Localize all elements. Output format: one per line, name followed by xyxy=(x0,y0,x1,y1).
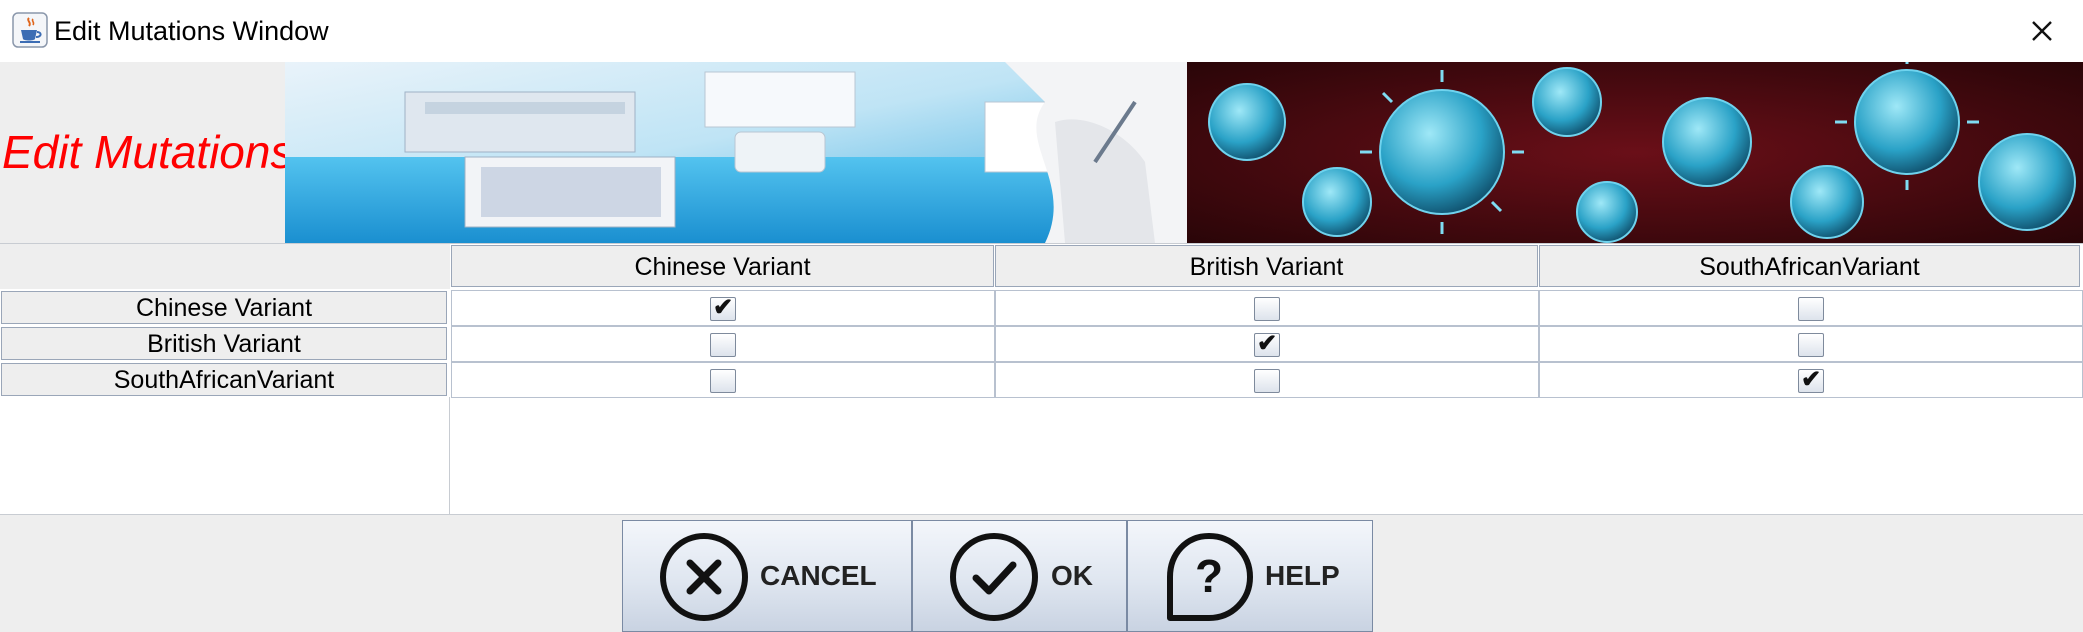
row-header-empty-area xyxy=(0,397,450,515)
help-question-icon: ? xyxy=(1167,533,1253,621)
table-cell-british-variant-british-variant: ✔ xyxy=(995,326,1539,362)
mutations-table: Chinese Variant British Variant SouthAfr… xyxy=(0,243,2083,516)
table-cell-southafrican-variant-southafrican-variant: ✔ xyxy=(1539,362,2083,398)
mutation-checkbox[interactable] xyxy=(1798,333,1824,357)
table-cell-chinese-variant-british-variant xyxy=(995,290,1539,326)
button-bar: CANCEL OK ? HELP xyxy=(0,515,2083,632)
svg-text:?: ? xyxy=(1195,550,1223,602)
table-cell-british-variant-southafrican-variant xyxy=(1539,326,2083,362)
column-header-chinese-variant[interactable]: Chinese Variant xyxy=(451,245,994,287)
mutation-checkbox[interactable] xyxy=(1254,369,1280,393)
java-coffee-cup-icon xyxy=(12,12,48,48)
mutation-checkbox[interactable] xyxy=(1798,297,1824,321)
table-empty-area xyxy=(450,397,2083,515)
column-header-southafrican-variant[interactable]: SouthAfricanVariant xyxy=(1539,245,2080,287)
table-cell-chinese-variant-southafrican-variant xyxy=(1539,290,2083,326)
banner-title: Edit Mutations xyxy=(2,126,294,178)
banner: Edit Mutations xyxy=(0,62,2083,243)
mutation-checkbox[interactable]: ✔ xyxy=(1798,366,1824,393)
ok-button[interactable]: OK xyxy=(912,520,1127,632)
cancel-button-label: CANCEL xyxy=(760,560,877,591)
close-icon[interactable] xyxy=(2025,14,2059,48)
table-corner xyxy=(0,244,450,289)
laboratory-image xyxy=(285,62,1187,243)
cancel-x-icon xyxy=(660,533,748,621)
table-cell-british-variant-chinese-variant xyxy=(451,326,995,362)
mutation-checkbox[interactable] xyxy=(710,369,736,393)
table-cell-chinese-variant-chinese-variant: ✔ xyxy=(451,290,995,326)
help-button[interactable]: ? HELP xyxy=(1127,520,1373,632)
mutation-checkbox[interactable]: ✔ xyxy=(710,294,736,321)
mutation-checkbox[interactable] xyxy=(710,333,736,357)
table-cell-southafrican-variant-chinese-variant xyxy=(451,362,995,398)
title-bar: Edit Mutations Window xyxy=(0,0,2083,62)
checkmark-icon: ✔ xyxy=(713,294,734,321)
column-header-british-variant[interactable]: British Variant xyxy=(995,245,1538,287)
help-button-label: HELP xyxy=(1265,560,1340,591)
cancel-button[interactable]: CANCEL xyxy=(622,520,912,632)
row-header-british-variant: British Variant xyxy=(1,327,447,360)
row-header-chinese-variant: Chinese Variant xyxy=(1,291,447,324)
row-header-southafrican-variant: SouthAfricanVariant xyxy=(1,363,447,396)
virus-image xyxy=(1187,62,2083,243)
checkmark-icon: ✔ xyxy=(1801,366,1822,393)
ok-check-icon xyxy=(950,533,1038,621)
table-cell-southafrican-variant-british-variant xyxy=(995,362,1539,398)
mutation-checkbox[interactable] xyxy=(1254,297,1280,321)
checkmark-icon: ✔ xyxy=(1257,330,1278,357)
mutation-checkbox[interactable]: ✔ xyxy=(1254,330,1280,357)
window-title: Edit Mutations Window xyxy=(54,16,329,46)
ok-button-label: OK xyxy=(1051,560,1093,591)
